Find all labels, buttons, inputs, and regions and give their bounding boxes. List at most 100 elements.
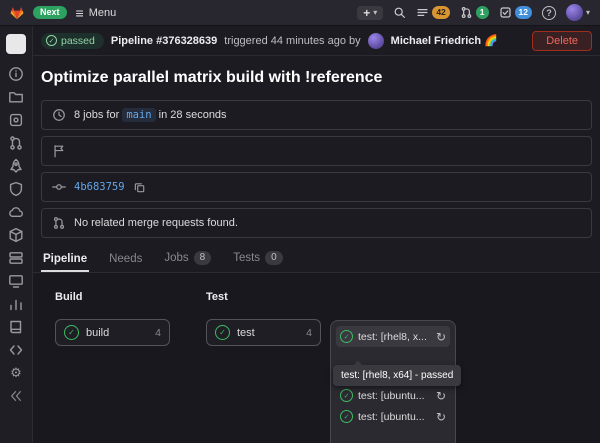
plus-icon: + <box>363 7 370 19</box>
author-avatar[interactable] <box>368 33 384 49</box>
issues-count-badge: 42 <box>432 6 449 19</box>
dropdown-job-item[interactable]: ✓ test: [ubuntu... ↻ <box>336 406 450 427</box>
pipeline-header: ✓ passed Pipeline #376328639 triggered 4… <box>33 26 600 56</box>
copy-sha-button[interactable] <box>133 181 146 194</box>
chevron-down-icon: ▾ <box>586 9 590 17</box>
job-name: test: [ubuntu... <box>358 411 431 423</box>
issues-icon <box>8 112 24 128</box>
job-tooltip: test: [rhel8, x64] - passed <box>333 365 461 386</box>
shield-icon <box>8 181 24 197</box>
jobs-prefix: 8 jobs for <box>74 109 119 121</box>
job-label: build <box>86 327 148 339</box>
sidebar-item-analytics[interactable] <box>0 292 32 315</box>
branch-link[interactable]: main <box>122 108 155 122</box>
project-sidebar: ⚙ <box>0 26 33 443</box>
pipeline-status-badge[interactable]: ✓ passed <box>41 33 104 49</box>
next-badge: Next <box>33 6 67 19</box>
retry-icon[interactable]: ↻ <box>436 331 446 343</box>
search-button[interactable] <box>393 6 406 19</box>
sidebar-item-merge-requests[interactable] <box>0 131 32 154</box>
retry-icon[interactable]: ↻ <box>436 411 446 423</box>
chevron-down-icon: ▾ <box>373 9 377 17</box>
info-icon <box>8 66 24 82</box>
tab-label: Jobs <box>164 252 188 264</box>
sidebar-item-security[interactable] <box>0 177 32 200</box>
retry-icon[interactable]: ↻ <box>436 390 446 402</box>
tab-needs[interactable]: Needs <box>107 253 144 272</box>
sidebar-item-repository[interactable] <box>0 85 32 108</box>
jobs-suffix: in 28 seconds <box>159 109 227 121</box>
sidebar-item-issues[interactable] <box>0 108 32 131</box>
tab-label: Needs <box>109 253 142 265</box>
dropdown-job-item[interactable]: ✓ test: [rhel8, x... ↻ <box>336 326 450 347</box>
pipeline-graph: Build ✓ build 4 Test ✓ test 4 <box>33 272 600 443</box>
hamburger-icon: ≡ <box>76 6 84 20</box>
tab-jobs[interactable]: Jobs 8 <box>162 251 213 272</box>
pipeline-title: Optimize parallel matrix build with !ref… <box>41 69 592 87</box>
jobs-summary-text: 8 jobs for main in 28 seconds <box>74 109 227 121</box>
issues-list-icon <box>416 6 429 19</box>
delete-button[interactable]: Delete <box>532 31 592 51</box>
tab-tests[interactable]: Tests0 <box>231 251 284 272</box>
status-check-icon: ✓ <box>46 35 57 46</box>
todos-indicator[interactable]: 12 <box>499 6 532 19</box>
stage-name: Test <box>206 291 321 303</box>
help-button[interactable]: ? <box>542 6 556 20</box>
tanuki-icon <box>10 6 24 20</box>
success-status-icon: ✓ <box>64 325 79 340</box>
gitlab-logo-icon[interactable] <box>10 6 24 20</box>
sidebar-item-packages[interactable] <box>0 223 32 246</box>
top-navbar: Next ≡ Menu + ▾ 42 <box>0 0 600 26</box>
tab-label: Tests <box>233 252 260 264</box>
monitor-icon <box>8 273 24 289</box>
job-group-build[interactable]: ✓ build 4 <box>55 319 170 346</box>
user-menu[interactable]: ▾ <box>566 4 590 21</box>
todo-count-badge: 12 <box>515 6 532 19</box>
stage-name: Build <box>55 291 170 303</box>
check-glyph: ✓ <box>49 37 55 45</box>
tab-pipeline[interactable]: Pipeline <box>41 253 89 272</box>
sidebar-item-infrastructure[interactable] <box>0 246 32 269</box>
job-group-test[interactable]: ✓ test 4 <box>206 319 321 346</box>
jobs-summary-box: 8 jobs for main in 28 seconds <box>41 100 592 130</box>
code-icon <box>8 342 24 358</box>
job-count: 4 <box>306 327 312 339</box>
sidebar-item-project-information[interactable] <box>0 62 32 85</box>
gear-icon: ⚙ <box>10 366 22 379</box>
sidebar-collapse-button[interactable] <box>0 384 32 407</box>
check-glyph: ✓ <box>219 328 226 337</box>
sidebar-item-settings[interactable]: ⚙ <box>0 361 32 384</box>
status-label: passed <box>61 35 95 47</box>
job-count: 4 <box>155 327 161 339</box>
sidebar-item-wiki[interactable] <box>0 315 32 338</box>
clock-icon <box>52 108 66 122</box>
check-glyph: ✓ <box>68 328 75 337</box>
tab-label: Pipeline <box>43 253 87 265</box>
jobs-count-badge: 8 <box>194 251 212 265</box>
sidebar-item-monitor[interactable] <box>0 269 32 292</box>
sidebar-item-ci-cd[interactable] <box>0 154 32 177</box>
stages-row: Build ✓ build 4 Test ✓ test 4 <box>55 291 600 346</box>
mr-count-badge: 1 <box>476 6 489 19</box>
success-status-icon: ✓ <box>215 325 230 340</box>
sidebar-item-snippets[interactable] <box>0 338 32 361</box>
chart-icon <box>8 296 24 312</box>
flag-icon <box>52 144 66 158</box>
dropdown-job-item[interactable]: ✓ test: [ubuntu... ↻ <box>336 385 450 406</box>
stage-test: Test ✓ test 4 <box>206 291 321 346</box>
issues-indicator[interactable]: 42 <box>416 6 449 19</box>
merge-requests-indicator[interactable]: 1 <box>460 6 489 19</box>
menu-button[interactable]: ≡ Menu <box>76 6 117 20</box>
new-dropdown-button[interactable]: + ▾ <box>357 6 383 20</box>
server-icon <box>8 250 24 266</box>
rocket-icon <box>8 158 24 174</box>
pipeline-tabs: Pipeline Needs Jobs 8 Tests0 <box>41 244 592 272</box>
sidebar-item-deployments[interactable] <box>0 200 32 223</box>
commit-sha-link[interactable]: 4b683759 <box>74 181 125 193</box>
job-label: test <box>237 327 299 339</box>
copy-icon <box>133 181 146 194</box>
project-avatar[interactable] <box>6 34 26 54</box>
success-status-icon: ✓ <box>340 330 353 343</box>
author-name[interactable]: Michael Friedrich 🌈 <box>391 34 498 47</box>
job-name: test: [ubuntu... <box>358 390 431 402</box>
